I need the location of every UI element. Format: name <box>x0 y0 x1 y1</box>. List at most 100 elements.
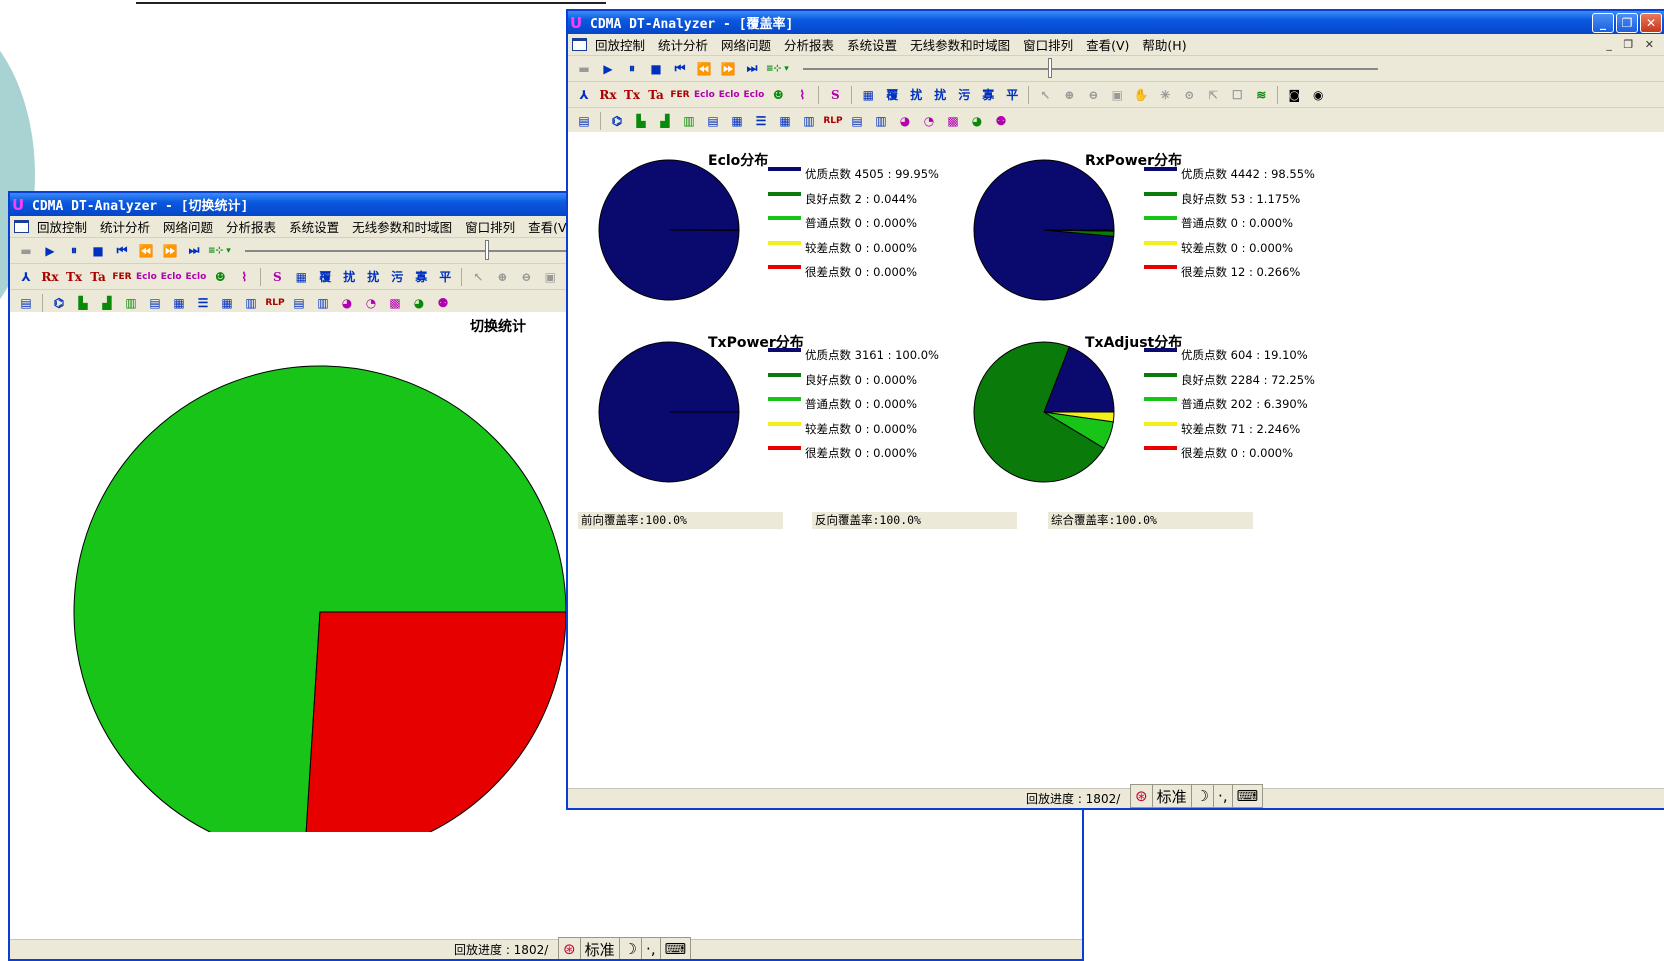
list-icon[interactable]: ☰ <box>193 293 213 313</box>
globe-icon[interactable]: ◕ <box>337 293 357 313</box>
play-icon[interactable]: ▶ <box>598 59 618 79</box>
first-icon[interactable]: ⏮ <box>112 241 132 261</box>
sheet-icon[interactable]: ▤ <box>289 293 309 313</box>
zoom-in-icon[interactable]: ⊕ <box>492 267 512 287</box>
bar-chart-icon[interactable]: ▙ <box>73 293 93 313</box>
pollution-button[interactable]: 污 <box>387 267 407 287</box>
route-icon[interactable]: ⌬ <box>49 293 69 313</box>
page-icon[interactable]: ▥ <box>313 293 333 313</box>
people-icon[interactable]: ⚉ <box>991 111 1011 131</box>
s-button[interactable]: S <box>825 85 845 105</box>
zoom-out-icon[interactable]: ⊖ <box>1083 85 1103 105</box>
fer-button[interactable]: FER <box>670 85 690 105</box>
smiley-icon[interactable]: ☻ <box>768 85 788 105</box>
pie-chart-icon[interactable]: ◕ <box>967 111 987 131</box>
document-icon[interactable] <box>14 220 29 233</box>
last-icon[interactable]: ⏭ <box>742 59 762 79</box>
interference-button-2[interactable]: 扰 <box>930 85 950 105</box>
pointer-icon[interactable]: ↖ <box>468 267 488 287</box>
zoom-in-icon[interactable]: ⊕ <box>1059 85 1079 105</box>
balance-button[interactable]: 平 <box>435 267 455 287</box>
slider-thumb[interactable] <box>484 239 489 260</box>
isolated-button[interactable]: 寡 <box>411 267 431 287</box>
restore-button[interactable]: ❐ <box>1616 12 1638 33</box>
columns-icon[interactable]: ▥ <box>799 111 819 131</box>
report-icon[interactable]: ▤ <box>703 111 723 131</box>
stop-icon[interactable]: ■ <box>646 59 666 79</box>
bar-chart-icon[interactable]: ▙ <box>631 111 651 131</box>
document-icon[interactable] <box>572 38 587 51</box>
rlp-icon[interactable]: RLP <box>265 293 285 313</box>
punctuation-icon[interactable]: ·, <box>642 938 661 959</box>
ime-logo-icon[interactable]: ⊛ <box>559 938 581 959</box>
slider-thumb[interactable] <box>1047 57 1052 78</box>
playback-slider[interactable] <box>802 57 1378 78</box>
last-icon[interactable]: ⏭ <box>184 241 204 261</box>
ime-mode-label[interactable]: 标准 <box>1153 785 1192 807</box>
isolated-button[interactable]: 寡 <box>978 85 998 105</box>
pause-icon[interactable]: ⏸ <box>64 241 84 261</box>
speed-icon[interactable]: ≡⊹ ▾ <box>766 59 789 79</box>
grid-icon[interactable]: ▦ <box>727 111 747 131</box>
fer-button[interactable]: FER <box>112 267 132 287</box>
window-icon[interactable]: ▤ <box>16 293 36 313</box>
palette-icon[interactable]: ▩ <box>385 293 405 313</box>
fit-icon[interactable]: ▣ <box>1107 85 1127 105</box>
window-icon[interactable]: ▤ <box>574 111 594 131</box>
moon-icon[interactable]: ☽ <box>620 938 643 959</box>
eclo-button-2[interactable]: Eclo <box>719 85 740 105</box>
rlp-icon[interactable]: RLP <box>823 111 843 131</box>
balance-button[interactable]: 平 <box>1002 85 1022 105</box>
menu-network-issues[interactable]: 网络问题 <box>163 217 213 236</box>
rewind-icon[interactable]: ⏪ <box>136 241 156 261</box>
antenna-icon[interactable]: ⅄ <box>574 85 594 105</box>
menu-playback[interactable]: 回放控制 <box>37 217 87 236</box>
pie-icon[interactable]: ◔ <box>919 111 939 131</box>
menu-settings[interactable]: 系统设置 <box>289 217 339 236</box>
rx-button[interactable]: Rx <box>598 85 618 105</box>
forward-icon[interactable]: ⏩ <box>160 241 180 261</box>
signal-icon[interactable]: ⌇ <box>792 85 812 105</box>
pollution-button[interactable]: 污 <box>954 85 974 105</box>
tx-button[interactable]: Tx <box>622 85 642 105</box>
keyboard-icon[interactable]: ⌨ <box>1233 785 1263 807</box>
route-icon[interactable]: ⌬ <box>607 111 627 131</box>
ime-toolbar[interactable]: ⊛ 标准 ☽ ·, ⌨ <box>1130 784 1264 808</box>
pie-icon[interactable]: ◔ <box>361 293 381 313</box>
rectangle-icon[interactable]: ☐ <box>1227 85 1247 105</box>
rewind-icon[interactable]: ⏪ <box>694 59 714 79</box>
menu-network-issues[interactable]: 网络问题 <box>721 35 771 54</box>
layers-icon[interactable]: ≋ <box>1251 85 1271 105</box>
menu-view[interactable]: 查看(V) <box>528 217 571 236</box>
pause-icon[interactable]: ⏸ <box>622 59 642 79</box>
interference-button-1[interactable]: 扰 <box>906 85 926 105</box>
histogram-icon[interactable]: ▥ <box>121 293 141 313</box>
area-chart-icon[interactable]: ▟ <box>97 293 117 313</box>
page-icon[interactable]: ▥ <box>871 111 891 131</box>
ime-mode-label[interactable]: 标准 <box>581 938 620 959</box>
play-icon[interactable]: ▶ <box>40 241 60 261</box>
coverage-button[interactable]: 覆 <box>882 85 902 105</box>
select-icon[interactable]: ⇱ <box>1203 85 1223 105</box>
zoom-out-icon[interactable]: ⊖ <box>516 267 536 287</box>
menu-wireless-params[interactable]: 无线参数和时域图 <box>910 35 1010 54</box>
moon-icon[interactable]: ☽ <box>1192 785 1215 807</box>
menu-view[interactable]: 查看(V) <box>1086 35 1129 54</box>
menu-wireless-params[interactable]: 无线参数和时域图 <box>352 217 452 236</box>
table-icon[interactable]: ▦ <box>775 111 795 131</box>
keyboard-icon[interactable]: ⌨ <box>661 938 691 959</box>
ta-button[interactable]: Ta <box>88 267 108 287</box>
eclo-button-3[interactable]: Eclo <box>186 267 207 287</box>
title-bar[interactable]: U CDMA DT-Analyzer - [覆盖率] _ ❐ ✕ <box>568 11 1664 34</box>
grid-icon[interactable]: ▦ <box>169 293 189 313</box>
folder-icon[interactable]: ▬ <box>574 59 594 79</box>
menu-window[interactable]: 窗口排列 <box>465 217 515 236</box>
camera-icon[interactable]: ◙ <box>1284 85 1304 105</box>
globe-icon[interactable]: ◕ <box>895 111 915 131</box>
menu-reports[interactable]: 分析报表 <box>226 217 276 236</box>
target-icon[interactable]: ⊙ <box>1179 85 1199 105</box>
ime-toolbar[interactable]: ⊛ 标准 ☽ ·, ⌨ <box>558 937 692 959</box>
map-icon[interactable]: ▦ <box>291 267 311 287</box>
stop-icon[interactable]: ■ <box>88 241 108 261</box>
report-icon[interactable]: ▤ <box>145 293 165 313</box>
